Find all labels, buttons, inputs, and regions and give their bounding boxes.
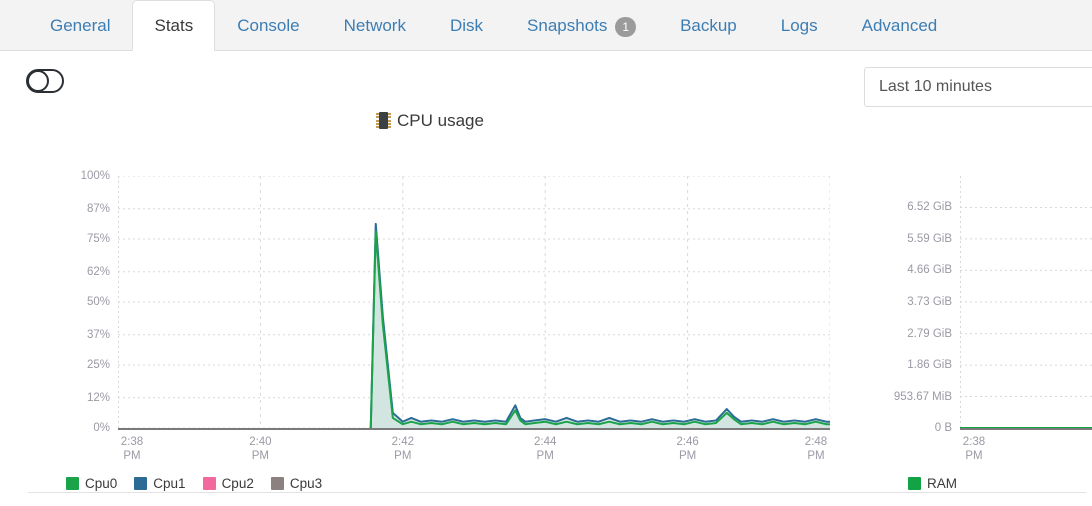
section-divider	[28, 492, 1086, 493]
tab-label: Disk	[449, 16, 484, 35]
cpu-x-axis-labels: 2:38 PM 2:40 PM 2:42 PM 2:44 PM 2:46 PM 2:48 …	[118, 435, 830, 467]
cpu-legend-label: Cpu1	[153, 476, 186, 491]
ram-y-tick: 3.73 GiB	[907, 295, 952, 308]
cpu-y-tick: 50%	[86, 296, 110, 308]
tab-backup[interactable]: Backup	[658, 0, 759, 50]
cpu-area-Cpu0	[370, 231, 830, 428]
cpu-y-axis-labels: 100% 87% 75% 62% 50% 37% 25% 12% 0%	[70, 170, 110, 434]
tab-general[interactable]: General	[28, 0, 132, 50]
stats-toggle-switch[interactable]	[26, 69, 64, 93]
tab-logs[interactable]: Logs	[759, 0, 840, 50]
ram-y-tick: 5.59 GiB	[907, 232, 952, 245]
cpu-legend-label: Cpu3	[289, 476, 323, 491]
cpu-x-tick: 2:46 PM	[676, 436, 699, 462]
tab-label: General	[50, 16, 111, 35]
tab-label: Advanced	[861, 16, 938, 35]
ram-y-tick: 1.86 GiB	[907, 359, 952, 372]
tab-label: Stats	[154, 16, 194, 35]
ram-legend-label: RAM	[927, 476, 957, 491]
cpu-x-tick: 2:42 PM	[391, 436, 414, 462]
ram-legend-swatch	[908, 477, 921, 490]
tab-label: Network	[343, 16, 406, 35]
cpu-x-tick: 2:38 PM	[120, 436, 144, 462]
cpu-legend-item[interactable]: Cpu1	[134, 476, 186, 491]
cpu-legend-item[interactable]: Cpu0	[66, 476, 117, 491]
cpu-x-tick: 2:48 PM	[804, 436, 828, 462]
microchip-icon	[376, 112, 392, 129]
cpu-x-tick: 2:40 PM	[249, 436, 272, 462]
cpu-legend-swatch	[202, 477, 216, 490]
cpu-y-tick: 75%	[86, 233, 110, 245]
tab-label: Console	[237, 16, 300, 35]
cpu-legend-swatch	[270, 477, 284, 490]
tab-label: Backup	[680, 16, 737, 35]
cpu-legend-label: Cpu0	[85, 476, 118, 491]
tab-label: Snapshots	[527, 16, 608, 35]
cpu-chart-title-text: CPU usage	[397, 111, 484, 130]
cpu-y-tick: 37%	[86, 328, 110, 341]
cpu-legend-swatch	[66, 477, 79, 490]
ram-y-tick: 0 B	[934, 422, 952, 434]
cpu-legend-swatch	[134, 477, 148, 490]
tab-console[interactable]: Console	[215, 0, 321, 50]
cpu-y-tick: 87%	[86, 202, 110, 215]
ram-y-axis-labels: 6.52 GiB 5.59 GiB 4.66 GiB 3.73 GiB 2.79 GiB…	[882, 176, 952, 434]
ram-legend-item[interactable]: RAM	[908, 476, 957, 491]
ram-chart-title	[860, 108, 1092, 134]
ram-legend: RAM	[908, 476, 974, 491]
controls-row: Last 10 minutes	[0, 51, 1092, 111]
cpu-line-Cpu0	[369, 230, 830, 428]
ram-x-axis-line	[960, 428, 1092, 430]
ram-usage-panel: 6.52 GiB 5.59 GiB 4.66 GiB 3.73 GiB 2.79 GiB…	[860, 108, 1092, 491]
cpu-x-tick: 2:44 PM	[533, 436, 557, 462]
time-range-select[interactable]: Last 10 minutes	[864, 67, 1092, 107]
ram-plot-area[interactable]	[960, 176, 1092, 428]
cpu-x-axis-line	[118, 428, 830, 430]
cpu-y-tick: 100%	[80, 170, 110, 182]
cpu-y-tick: 62%	[86, 265, 110, 278]
tab-label: Logs	[780, 16, 818, 35]
cpu-legend-label: Cpu2	[221, 476, 254, 491]
cpu-usage-panel: CPU usage 100% 87% 75% 62% 50% 37% 25% 12% 0% 2:3…	[0, 108, 860, 491]
cpu-legend: Cpu0 Cpu1 Cpu2 Cpu3	[66, 476, 339, 491]
tab-bar: General Stats Console Network Disk Snapshots 1…	[0, 0, 1092, 51]
cpu-legend-item[interactable]: Cpu2	[202, 476, 254, 491]
cpu-y-tick: 0%	[93, 422, 110, 434]
tab-advanced[interactable]: Advanced	[840, 0, 960, 50]
ram-y-tick: 953.67 MiB	[893, 390, 952, 403]
tab-disk[interactable]: Disk	[428, 0, 505, 50]
toggle-knob	[27, 70, 49, 92]
cpu-y-tick: 25%	[86, 359, 110, 371]
cpu-y-tick: 12%	[86, 391, 110, 404]
tab-snapshots[interactable]: Snapshots 1	[505, 0, 658, 50]
ram-y-tick: 2.79 GiB	[907, 327, 952, 340]
tab-network[interactable]: Network	[322, 0, 428, 50]
tab-badge: 1	[615, 16, 637, 37]
tab-stats[interactable]: Stats	[132, 0, 216, 51]
ram-x-axis-labels: 2:38 PM	[960, 435, 1092, 467]
cpu-plot-area[interactable]	[118, 176, 830, 428]
cpu-legend-item[interactable]: Cpu3	[270, 476, 323, 491]
ram-y-tick: 6.52 GiB	[907, 201, 952, 214]
ram-x-tick: 2:38 PM	[962, 436, 986, 462]
cpu-chart-title: CPU usage	[0, 108, 860, 134]
ram-y-tick: 4.66 GiB	[907, 264, 952, 277]
